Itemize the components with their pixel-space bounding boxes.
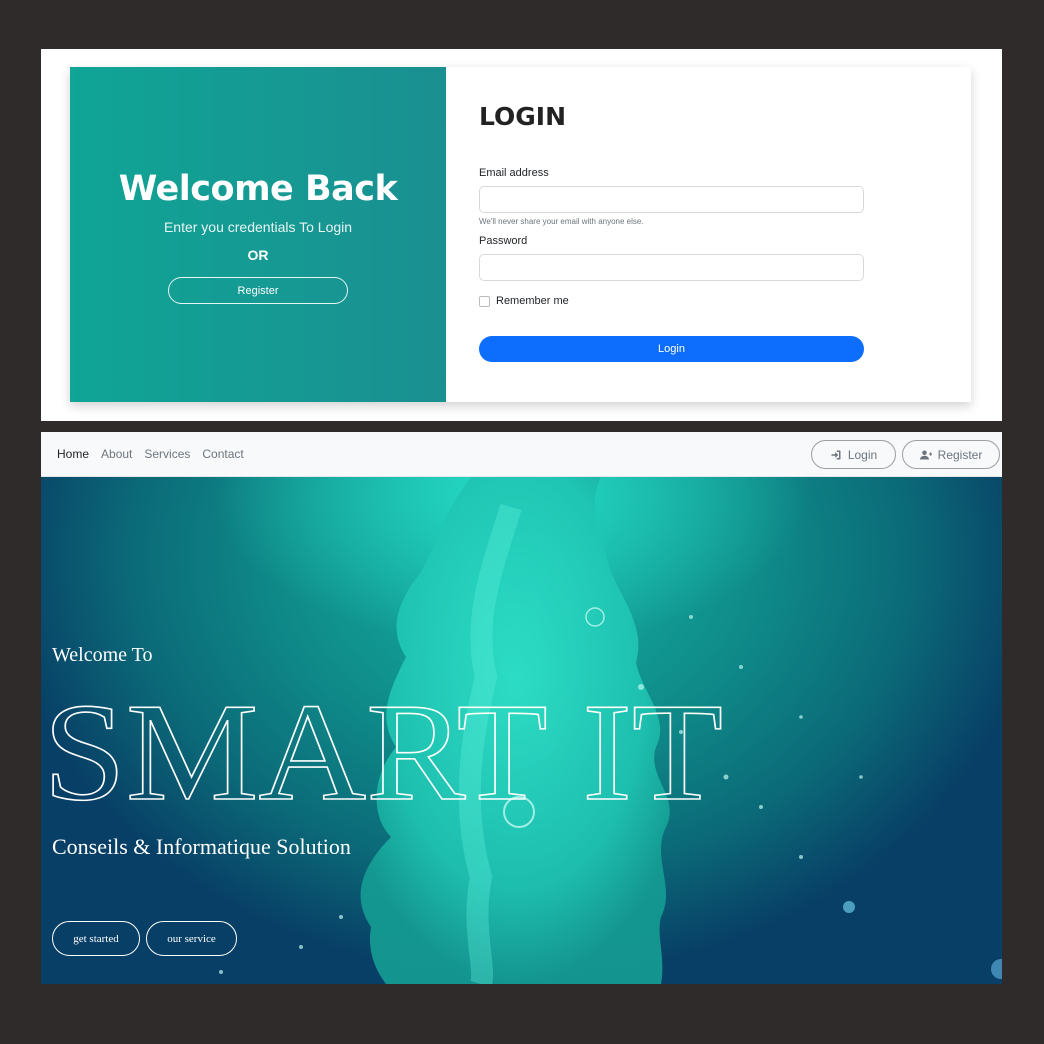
remember-checkbox[interactable]	[479, 295, 490, 307]
brand-text: SMART IT	[43, 675, 723, 813]
email-hint: We'll never share your email with anyone…	[479, 217, 644, 226]
login-form: LOGIN Email address We'll never share yo…	[446, 67, 971, 402]
or-divider: OR	[247, 247, 269, 263]
nav-register-button[interactable]: Register	[902, 440, 1000, 469]
email-field[interactable]	[479, 186, 864, 213]
hero-tagline: Conseils & Informatique Solution	[52, 834, 351, 859]
nav-login-label: Login	[847, 447, 878, 462]
sign-in-icon	[831, 450, 841, 459]
hero-welcome: Welcome To	[52, 644, 153, 666]
hero-section: Welcome To SMART IT Conseils & Informati…	[41, 477, 1002, 984]
get-started-button[interactable]: get started	[52, 921, 140, 956]
nav-register-label: Register	[937, 447, 983, 462]
navbar: Home About Services Contact Login Regist…	[41, 432, 1002, 477]
nav-about[interactable]: About	[101, 447, 132, 461]
welcome-subtitle: Enter you credentials To Login	[163, 219, 353, 235]
email-label: Email address	[479, 167, 549, 179]
remember-label[interactable]: Remember me	[496, 295, 569, 307]
register-button[interactable]: Register	[168, 277, 348, 304]
login-screenshot: Welcome Back Enter you credentials To Lo…	[41, 49, 1002, 421]
login-card: Welcome Back Enter you credentials To Lo…	[70, 67, 971, 402]
password-field[interactable]	[479, 254, 864, 281]
form-title: LOGIN	[479, 102, 567, 131]
welcome-pane: Welcome Back Enter you credentials To Lo…	[70, 67, 446, 402]
nav-links: Home About Services Contact	[57, 447, 244, 461]
hero-screenshot: Home About Services Contact Login Regist…	[41, 432, 1002, 984]
nav-home[interactable]: Home	[57, 447, 89, 461]
nav-services[interactable]: Services	[144, 447, 190, 461]
hero-brand-title: SMART IT	[43, 674, 724, 813]
nav-login-button[interactable]: Login	[811, 440, 896, 469]
login-button[interactable]: Login	[479, 336, 864, 362]
user-plus-icon	[919, 450, 932, 459]
our-service-button[interactable]: our service	[146, 921, 237, 956]
welcome-title: Welcome Back	[118, 169, 398, 209]
password-label: Password	[479, 235, 528, 247]
nav-contact[interactable]: Contact	[202, 447, 243, 461]
remember-row: Remember me	[479, 295, 971, 307]
